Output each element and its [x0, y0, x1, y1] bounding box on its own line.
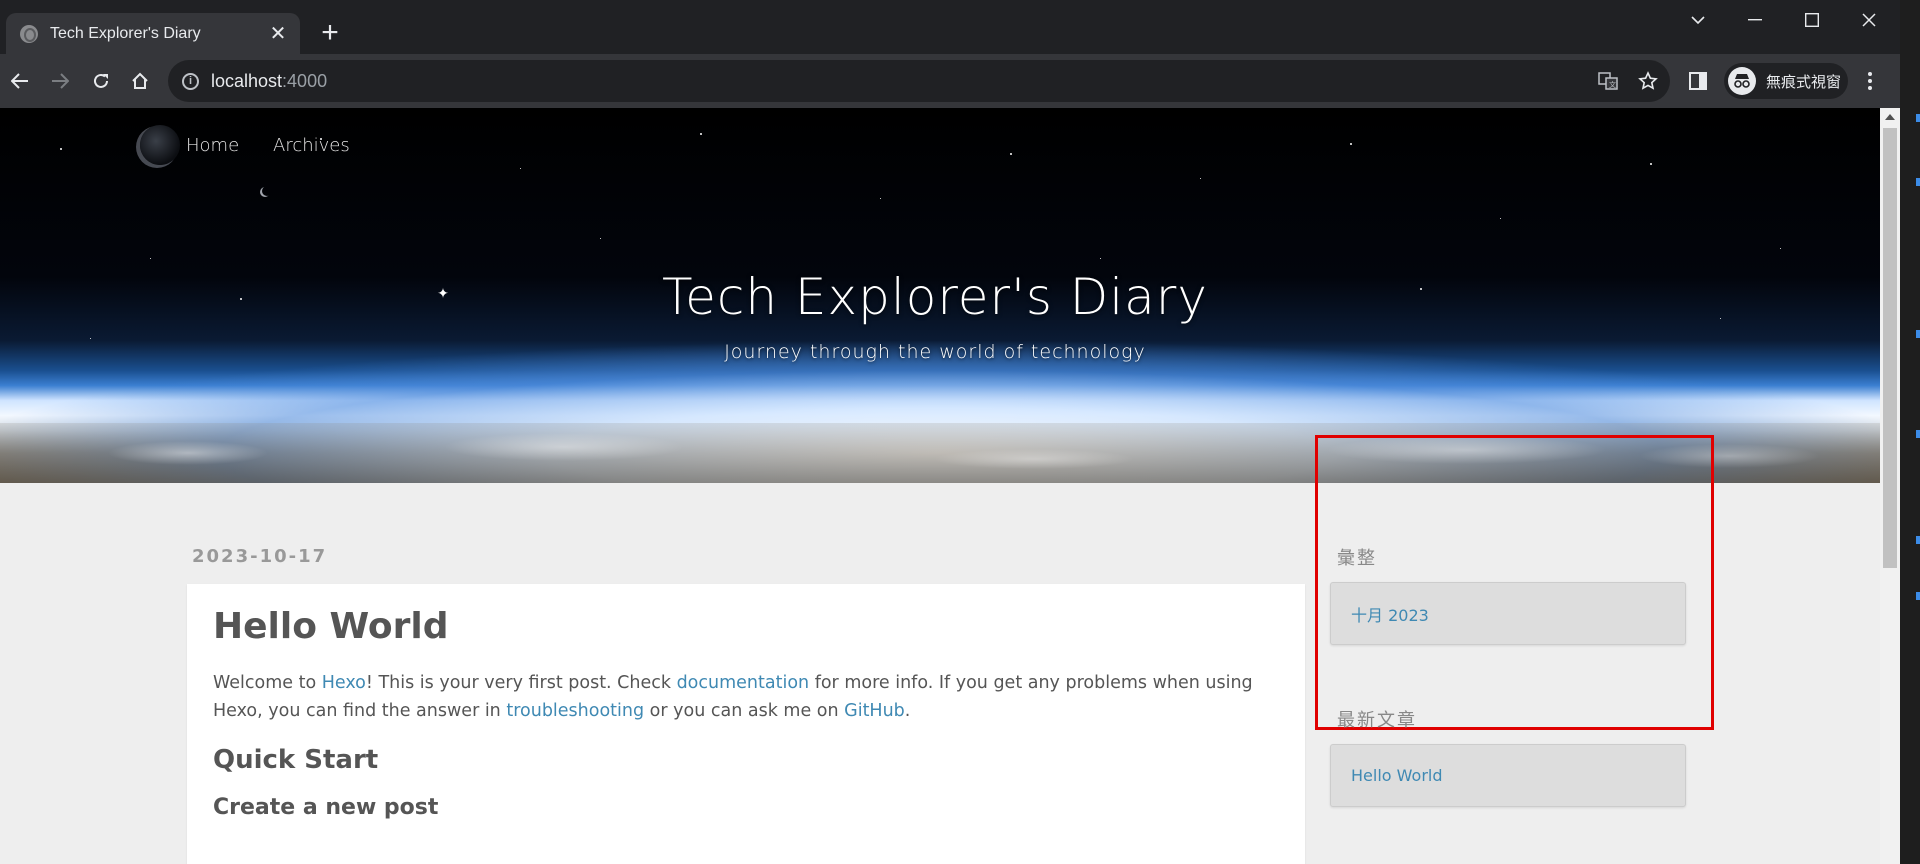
- moon-decoration: [140, 125, 180, 165]
- tab-close-icon[interactable]: ✕: [266, 22, 290, 46]
- recent-posts-widget-title: 最新文章: [1337, 710, 1417, 731]
- profile-label: 無痕式視窗: [1766, 73, 1842, 91]
- vertical-scrollbar[interactable]: [1880, 108, 1900, 864]
- site-info-icon[interactable]: i: [182, 72, 199, 90]
- tab-search-icon[interactable]: [1670, 0, 1726, 40]
- incognito-profile-button[interactable]: 無痕式視窗: [1724, 63, 1848, 99]
- close-window-icon[interactable]: [1841, 0, 1897, 40]
- post-date: 2023-10-17: [192, 546, 328, 567]
- archive-widget-box: 十月 2023: [1330, 582, 1686, 645]
- page-viewport: ✦ Home Archives Tech Explorer's Diary Jo…: [0, 108, 1880, 864]
- site-subtitle: Journey through the world of technology: [724, 341, 1146, 363]
- kebab-menu-icon[interactable]: [1858, 65, 1882, 97]
- hero-banner: ✦ Home Archives Tech Explorer's Diary Jo…: [0, 108, 1880, 483]
- nav-home-link[interactable]: Home: [186, 135, 239, 156]
- home-icon[interactable]: [124, 65, 156, 97]
- post-card: Hello World Welcome to Hexo! This is you…: [187, 584, 1305, 864]
- back-arrow-icon[interactable]: [4, 65, 36, 97]
- minimize-icon[interactable]: [1727, 0, 1783, 40]
- moon-decoration-small: [262, 186, 272, 196]
- svg-text:文: 文: [1609, 80, 1616, 89]
- bookmark-star-icon[interactable]: [1632, 65, 1664, 97]
- tab-title: Tech Explorer's Diary: [50, 24, 201, 42]
- site-title: Tech Explorer's Diary: [662, 268, 1208, 326]
- documentation-link[interactable]: documentation: [677, 673, 810, 693]
- post-title[interactable]: Hello World: [213, 606, 1279, 647]
- background-window-edge: [1900, 0, 1920, 864]
- troubleshooting-link[interactable]: troubleshooting: [506, 701, 644, 721]
- post-paragraph: Welcome to Hexo! This is your very first…: [213, 673, 1253, 721]
- recent-posts-widget-box: Hello World: [1330, 744, 1686, 807]
- archive-widget-title: 彙整: [1337, 548, 1377, 569]
- browser-toolbar: i localhost:4000 文 無痕式視窗: [0, 54, 1900, 108]
- scroll-up-arrow-icon[interactable]: [1885, 114, 1895, 120]
- forward-arrow-icon[interactable]: [44, 65, 76, 97]
- incognito-icon: [1728, 67, 1756, 95]
- globe-icon: [20, 24, 38, 43]
- new-tab-button[interactable]: +: [314, 18, 346, 50]
- url-text: localhost:4000: [211, 70, 328, 91]
- browser-tab-strip: Tech Explorer's Diary ✕ +: [0, 0, 1900, 54]
- reload-icon[interactable]: [85, 65, 117, 97]
- maximize-icon[interactable]: [1784, 0, 1840, 40]
- scrollbar-thumb[interactable]: [1883, 128, 1897, 568]
- section-heading-quick-start: Quick Start: [213, 745, 379, 775]
- side-panel-icon[interactable]: [1682, 65, 1714, 97]
- address-bar[interactable]: i localhost:4000: [168, 60, 1670, 102]
- section-heading-create-post: Create a new post: [213, 795, 439, 820]
- browser-tab[interactable]: Tech Explorer's Diary ✕: [6, 13, 300, 54]
- nav-archives-link[interactable]: Archives: [273, 135, 350, 156]
- hexo-link[interactable]: Hexo: [322, 673, 366, 693]
- archive-month-link[interactable]: 十月 2023: [1351, 602, 1429, 626]
- translate-icon[interactable]: 文: [1592, 65, 1624, 97]
- github-link[interactable]: GitHub: [844, 701, 905, 721]
- recent-post-link[interactable]: Hello World: [1351, 766, 1443, 785]
